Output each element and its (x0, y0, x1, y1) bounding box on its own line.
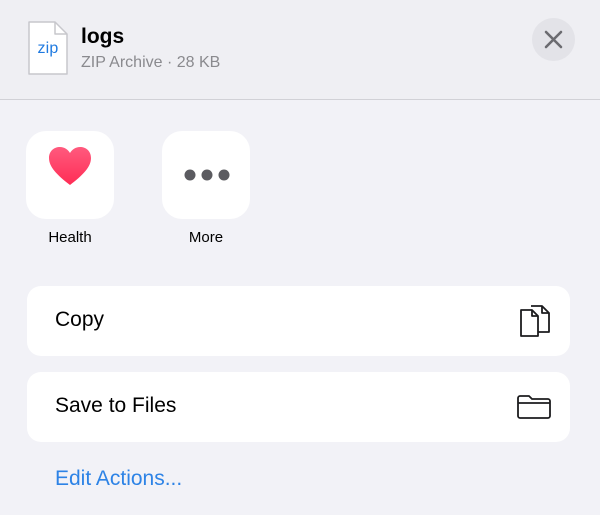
close-button[interactable] (532, 18, 575, 61)
edit-actions-link[interactable]: Edit Actions... (55, 467, 182, 491)
copy-action-label: Copy (55, 308, 105, 331)
app-health-label: Health (48, 229, 92, 246)
heart-icon (49, 147, 91, 185)
app-more-tile[interactable] (162, 131, 250, 219)
app-more[interactable]: More (161, 131, 251, 246)
share-sheet-header: zip logs ZIP Archive · 28 KB (0, 0, 600, 100)
ellipsis-icon (184, 169, 230, 181)
app-health-tile[interactable] (26, 131, 114, 219)
save-to-files-action[interactable]: Save to Files (27, 372, 570, 442)
file-meta: ZIP Archive · 28 KB (81, 54, 221, 71)
save-to-files-action-label: Save to Files (55, 394, 177, 417)
app-health[interactable]: Health (25, 131, 115, 246)
file-name: logs (81, 25, 125, 48)
copy-icon (520, 305, 550, 337)
folder-icon (517, 395, 551, 419)
app-more-label: More (188, 229, 224, 246)
share-sheet: zip logs ZIP Archive · 28 KB Health More… (0, 0, 600, 515)
close-icon (544, 30, 563, 49)
copy-action[interactable]: Copy (27, 286, 570, 356)
file-type-label: zip (37, 40, 59, 57)
zip-file-icon: zip (27, 20, 69, 76)
